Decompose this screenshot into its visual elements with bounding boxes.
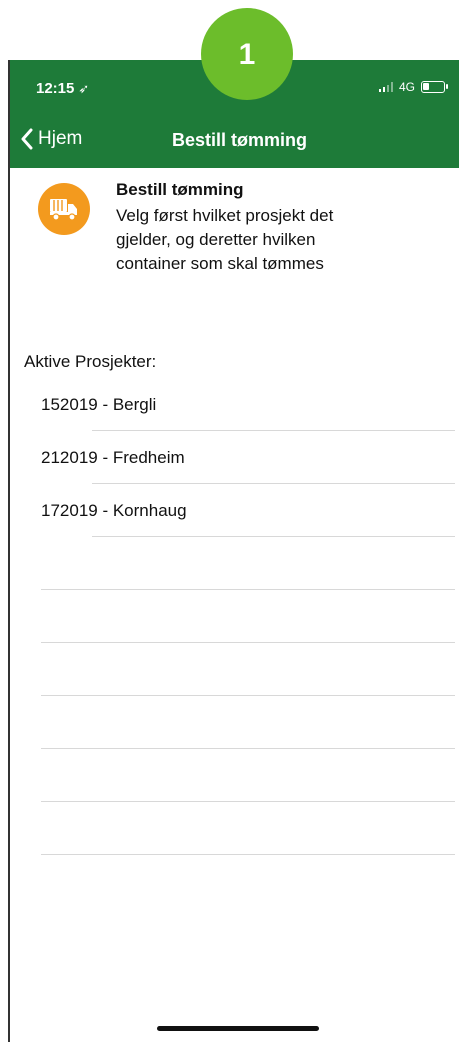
info-line: gjelder, og deretter hvilken: [116, 230, 316, 249]
navigation-bar: Hjem Bestill tømming: [10, 116, 459, 168]
page-title: Bestill tømming: [171, 130, 307, 150]
active-projects-label: Aktive Prosjekter:: [24, 352, 157, 371]
row-divider: [41, 854, 455, 855]
project-row[interactable]: 212019 - Fredheim: [10, 431, 459, 484]
project-name: 172019 - Kornhaug: [41, 501, 187, 520]
empty-row: [10, 749, 459, 802]
truck-icon: [38, 183, 90, 235]
status-time-text: 12:15: [36, 80, 75, 97]
info-line: container som skal tømmes: [116, 254, 324, 273]
network-type: 4G: [398, 80, 415, 94]
status-time: 12:15 ➶: [36, 80, 89, 97]
signal-strength-icon: [378, 82, 393, 92]
empty-row: [10, 802, 459, 855]
project-row[interactable]: 152019 - Bergli: [10, 378, 459, 431]
project-name: 152019 - Bergli: [41, 395, 157, 414]
step-number: 1: [238, 38, 256, 71]
project-list: 152019 - Bergli 212019 - Fredheim 172019…: [10, 378, 459, 855]
step-number-badge: 1: [201, 8, 293, 100]
empty-row: [10, 590, 459, 643]
empty-row: [10, 537, 459, 590]
phone-screen: 12:15 ➶ 4G Hjem Bestill tømming Bestill t…: [8, 60, 459, 1042]
project-row[interactable]: 172019 - Kornhaug: [10, 484, 459, 537]
home-indicator[interactable]: [157, 1026, 319, 1031]
location-arrow-icon: ➶: [78, 81, 90, 96]
info-description: Velg først hvilket prosjekt det gjelder,…: [116, 204, 416, 276]
empty-row: [10, 696, 459, 749]
project-name: 212019 - Fredheim: [41, 448, 185, 467]
info-line: Velg først hvilket prosjekt det: [116, 206, 334, 225]
status-indicators: 4G: [378, 80, 448, 94]
battery-icon: [421, 81, 448, 93]
empty-row: [10, 643, 459, 696]
info-title: Bestill tømming: [116, 180, 244, 199]
